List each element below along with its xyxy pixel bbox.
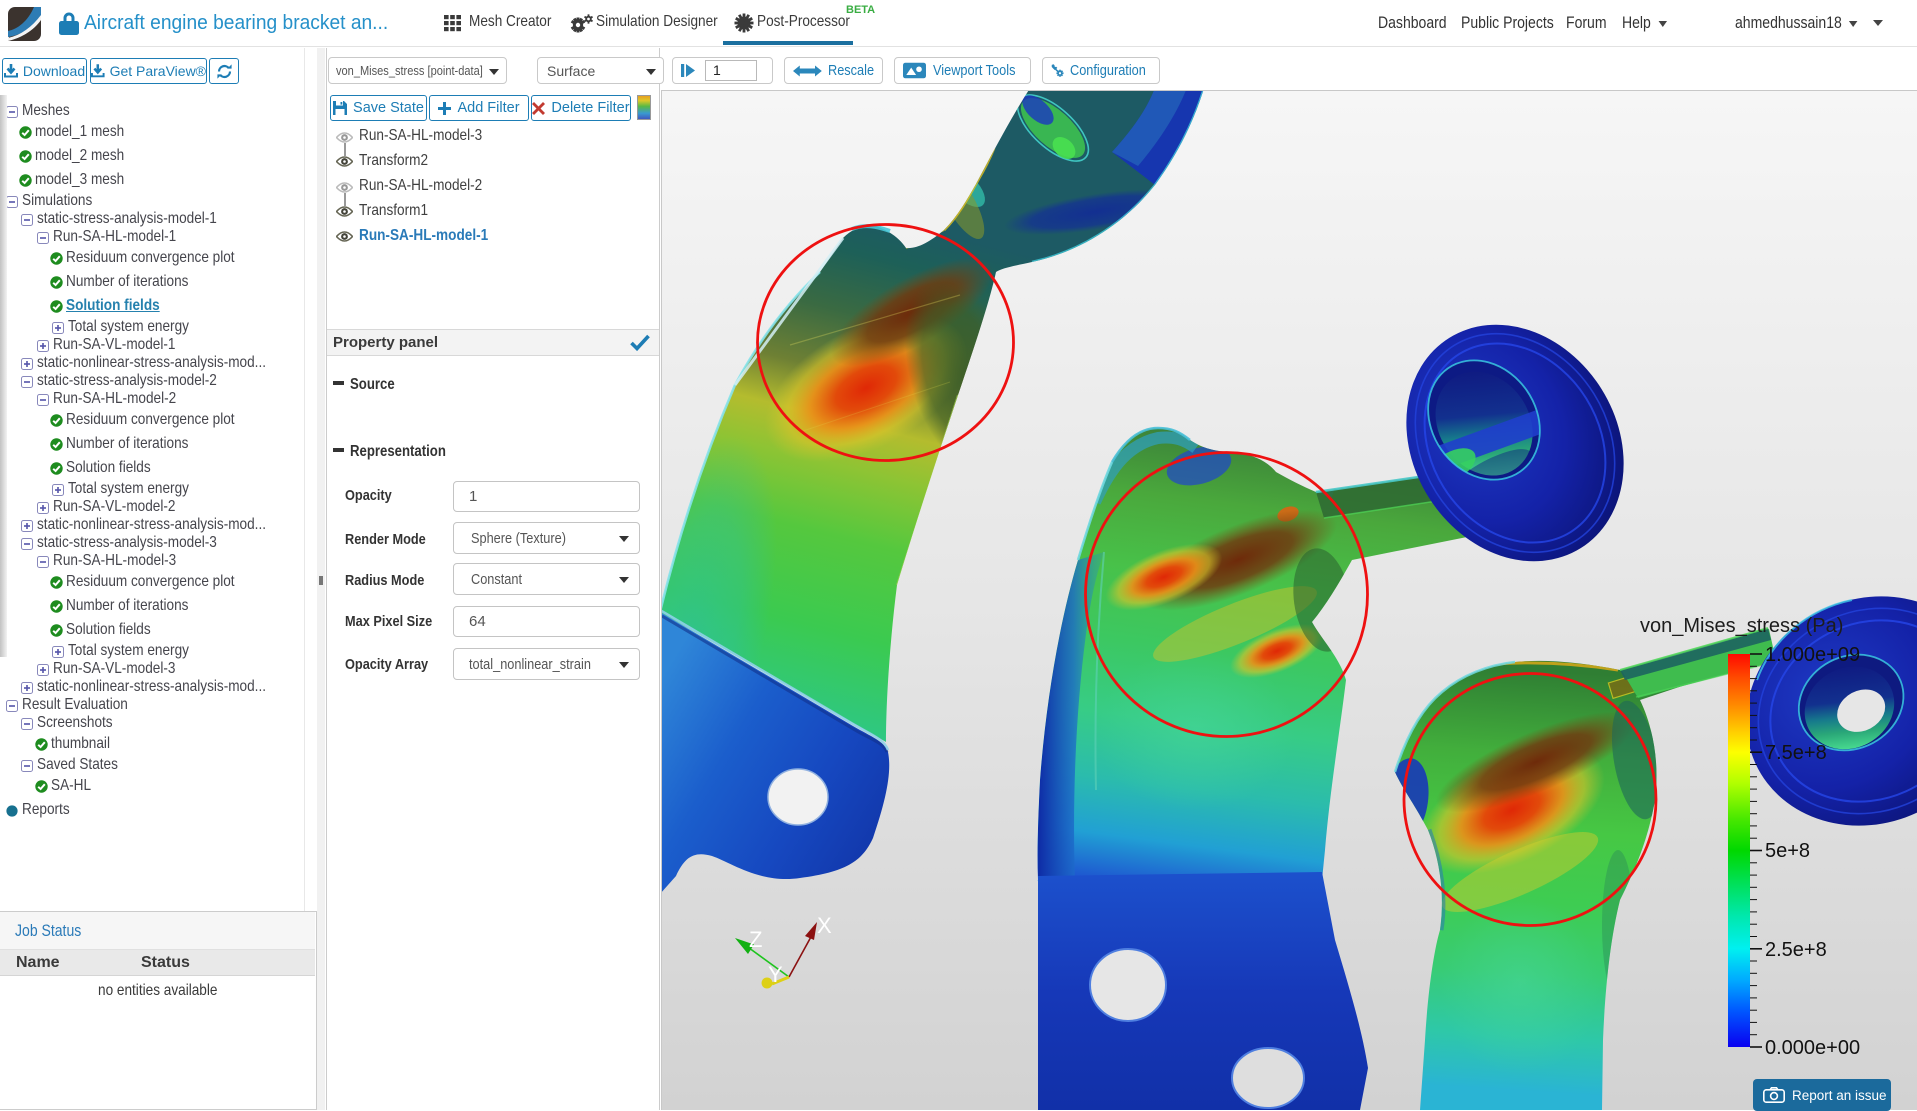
svg-text:7.5e+8: 7.5e+8	[1765, 742, 1827, 764]
svg-text:X: X	[817, 913, 832, 938]
svg-text:2.5e+8: 2.5e+8	[1765, 939, 1827, 961]
svg-text:Y: Y	[768, 962, 783, 987]
svg-text:5e+8: 5e+8	[1765, 840, 1810, 862]
svg-text:von_Mises_stress (Pa): von_Mises_stress (Pa)	[1640, 615, 1843, 637]
svg-text:1.000e+09: 1.000e+09	[1765, 644, 1860, 666]
svg-text:0.000e+00: 0.000e+00	[1765, 1037, 1860, 1059]
svg-text:Z: Z	[749, 927, 762, 952]
